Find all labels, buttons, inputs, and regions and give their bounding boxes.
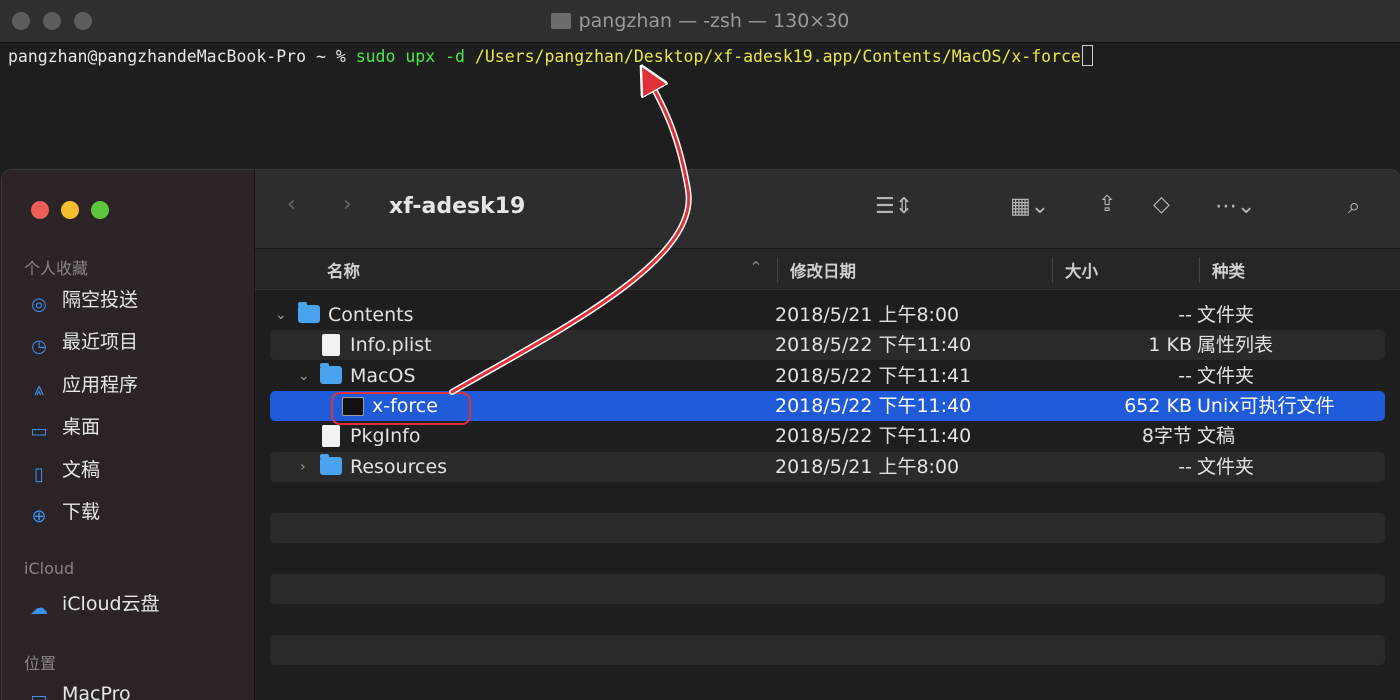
column-kind[interactable]: 种类 [1212, 258, 1245, 282]
clock-icon: ◷ [31, 336, 47, 357]
sidebar-item-icloud-drive[interactable]: ☁ iCloud云盘 [28, 590, 160, 619]
table-row[interactable]: › Resources 2018/5/21 上午8:00 -- 文件夹 [270, 452, 1385, 482]
folder-icon [550, 13, 571, 29]
window-title: xf-adesk19 [389, 194, 526, 219]
applications-icon: ⩓ [33, 379, 45, 400]
finder-zoom-button[interactable] [91, 201, 109, 219]
folder-icon [320, 363, 342, 384]
sidebar-item-applications[interactable]: ⩓ 应用程序 [28, 371, 138, 400]
empty-row [270, 513, 1385, 543]
sidebar-item-documents[interactable]: ▯ 文稿 [28, 456, 100, 485]
table-row[interactable]: ⌄ MacOS 2018/5/22 下午11:41 -- 文件夹 [270, 361, 1385, 391]
chevron-down-icon[interactable]: ⌄ [275, 300, 287, 330]
share-icon[interactable]: ⇪ [1098, 192, 1116, 217]
cloud-icon: ☁ [30, 598, 48, 619]
finder-close-button[interactable] [31, 201, 49, 219]
terminal-executable-icon [342, 397, 364, 416]
table-row[interactable]: Info.plist 2018/5/22 下午11:40 1 KB 属性列表 [270, 330, 1385, 360]
chevron-down-icon[interactable]: ⌄ [298, 361, 310, 391]
terminal-prompt: pangzhan@pangzhandeMacBook-Pro ~ % [8, 47, 356, 66]
terminal-path: /Users/pangzhan/Desktop/xf-adesk19.app/C… [474, 47, 1081, 66]
document-icon [322, 425, 340, 447]
sidebar-item-desktop[interactable]: ▭ 桌面 [28, 413, 100, 442]
file-list: 名称 ⌃ 修改日期 大小 种类 ⌄ Contents 2018/5/21 上午8… [255, 249, 1400, 700]
desktop-icon: ▭ [30, 421, 48, 442]
folder-icon [298, 302, 320, 323]
back-chevron-icon[interactable]: ‹ [287, 192, 296, 217]
empty-row [270, 574, 1385, 604]
finder-toolbar: ‹ › xf-adesk19 ☰⇕ ▦⌄ ⇪ ◇ ⋯⌄ ⌕ [255, 170, 1400, 249]
terminal-titlebar: pangzhan — -zsh — 130×30 [0, 0, 1400, 43]
column-header: 名称 ⌃ 修改日期 大小 种类 [255, 249, 1400, 290]
forward-chevron-icon[interactable]: › [343, 192, 352, 217]
table-row[interactable]: PkgInfo 2018/5/22 下午11:40 8字节 文稿 [270, 421, 1385, 451]
column-name[interactable]: 名称 [327, 258, 360, 282]
finder-sidebar: 个人收藏 ◎ 隔空投送 ◷ 最近项目 ⩓ 应用程序 ▭ 桌面 ▯ 文稿 ⊕ 下载 iClou… [2, 170, 255, 700]
empty-row [270, 635, 1385, 665]
terminal-cursor [1081, 45, 1093, 66]
terminal-title: pangzhan — -zsh — 130×30 [578, 10, 850, 32]
sidebar-item-recents[interactable]: ◷ 最近项目 [28, 328, 138, 357]
terminal-command: sudo upx -d [355, 47, 465, 66]
airdrop-icon: ◎ [31, 294, 47, 315]
table-row-selected[interactable]: x-force 2018/5/22 下午11:40 652 KB Unix可执行… [270, 391, 1385, 421]
sidebar-section-icloud: iCloud [24, 559, 75, 578]
column-date[interactable]: 修改日期 [790, 258, 856, 282]
more-actions-icon[interactable]: ⋯⌄ [1215, 194, 1255, 219]
document-icon: ▯ [34, 464, 44, 485]
finder-minimize-button[interactable] [61, 201, 79, 219]
sidebar-item-location[interactable]: ▭ MacPro [28, 680, 130, 700]
sidebar-item-downloads[interactable]: ⊕ 下载 [28, 498, 100, 527]
folder-icon [320, 454, 342, 475]
table-row[interactable]: ⌄ Contents 2018/5/21 上午8:00 -- 文件夹 [270, 300, 1385, 330]
document-icon [322, 334, 340, 356]
computer-icon: ▭ [30, 688, 48, 700]
group-icon[interactable]: ▦⌄ [1010, 194, 1049, 219]
sidebar-item-airdrop[interactable]: ◎ 隔空投送 [28, 286, 138, 315]
terminal-command-line[interactable]: pangzhan@pangzhandeMacBook-Pro ~ % sudo … [8, 45, 1093, 69]
chevron-right-icon[interactable]: › [300, 452, 306, 482]
sidebar-section-favorites: 个人收藏 [24, 259, 89, 278]
sidebar-section-locations: 位置 [24, 654, 57, 673]
finder-window: 个人收藏 ◎ 隔空投送 ◷ 最近项目 ⩓ 应用程序 ▭ 桌面 ▯ 文稿 ⊕ 下载 iClou… [2, 170, 1400, 700]
search-icon[interactable]: ⌕ [1348, 194, 1360, 219]
tag-icon[interactable]: ◇ [1153, 192, 1170, 217]
list-view-icon[interactable]: ☰⇕ [875, 194, 913, 219]
sort-chevron-up-icon[interactable]: ⌃ [749, 258, 763, 277]
column-size[interactable]: 大小 [1065, 258, 1098, 282]
download-icon: ⊕ [31, 506, 47, 527]
